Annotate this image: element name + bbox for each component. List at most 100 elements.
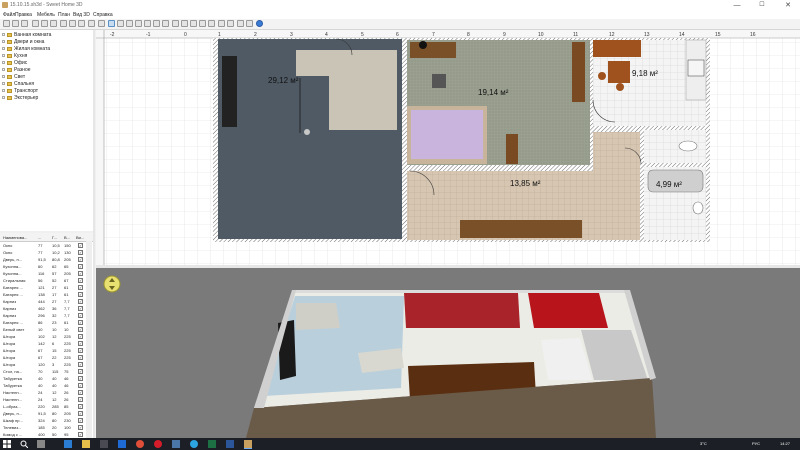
save-icon[interactable] — [21, 20, 28, 27]
catalog-category[interactable]: Экстерьер — [2, 95, 90, 101]
visible-checkbox[interactable]: ✓ — [78, 432, 83, 437]
visible-checkbox[interactable]: ✓ — [78, 327, 83, 332]
weather-temp[interactable]: 3°C — [700, 441, 707, 446]
catalog-category[interactable]: Разное — [2, 67, 90, 73]
catalog-category[interactable]: Двери и окна — [2, 39, 90, 45]
menu-file[interactable]: Файл — [3, 12, 15, 18]
visible-checkbox[interactable]: ✓ — [78, 362, 83, 367]
create-dimensions-icon[interactable] — [153, 20, 160, 27]
open-folder-icon[interactable] — [12, 20, 19, 27]
table-row[interactable]: Дверь, н... 91,5 80,8 205 ✓ — [0, 256, 86, 263]
create-video-icon[interactable] — [246, 20, 253, 27]
expand-icon[interactable] — [2, 61, 5, 64]
expand-icon[interactable] — [2, 89, 5, 92]
table-row[interactable]: Карниз 296 32 7,7 ✓ — [0, 312, 86, 319]
sofa-section[interactable] — [296, 50, 336, 76]
stool[interactable] — [598, 72, 606, 80]
visible-checkbox[interactable]: ✓ — [78, 306, 83, 311]
dresser[interactable] — [506, 134, 518, 164]
bed[interactable] — [411, 110, 483, 159]
catalog-category[interactable]: Кухня — [2, 53, 90, 59]
table-row[interactable]: Стиральная 56 52 67 ✓ — [0, 277, 86, 284]
kitchen-counter[interactable] — [593, 40, 641, 57]
close-button[interactable]: ✕ — [778, 0, 798, 11]
expand-icon[interactable] — [2, 47, 5, 50]
table-row[interactable]: Карниз 462 36 7,7 ✓ — [0, 305, 86, 312]
table-row[interactable]: Дверь, н... 91,5 80 205 ✓ — [0, 410, 86, 417]
explorer-icon[interactable] — [82, 440, 90, 448]
undo-icon[interactable] — [60, 20, 67, 27]
table-row[interactable]: Настенн... 24 12 26 ✓ — [0, 389, 86, 396]
table-row[interactable]: Кухонна... 60 62 65 ✓ — [0, 263, 86, 270]
copy-icon[interactable] — [41, 20, 48, 27]
table-row[interactable]: Комод с ... 400 50 95 ✓ — [0, 431, 86, 438]
column-header-depth[interactable]: Г... — [52, 235, 57, 240]
wardrobe-hall[interactable] — [460, 220, 582, 238]
store-icon[interactable] — [100, 440, 108, 448]
expand-icon[interactable] — [2, 82, 5, 85]
help-icon[interactable] — [256, 20, 263, 27]
table-row[interactable]: Табуретка 40 40 46 ✓ — [0, 375, 86, 382]
catalog-category[interactable]: Свет — [2, 74, 90, 80]
table-row[interactable]: Штора 67 22 225 ✓ — [0, 354, 86, 361]
visible-checkbox[interactable]: ✓ — [78, 383, 83, 388]
visible-checkbox[interactable]: ✓ — [78, 313, 83, 318]
visible-checkbox[interactable]: ✓ — [78, 299, 83, 304]
task-view-icon[interactable] — [37, 440, 45, 448]
mail-icon[interactable] — [118, 440, 126, 448]
clock[interactable]: 14:27 — [780, 441, 790, 446]
table-row[interactable]: Табуретка 40 40 46 ✓ — [0, 382, 86, 389]
visible-checkbox[interactable]: ✓ — [78, 404, 83, 409]
table-row[interactable]: Белый свет 10 10 10 ✓ — [0, 326, 86, 333]
visible-checkbox[interactable]: ✓ — [78, 425, 83, 430]
menu-3d-view[interactable]: Вид 3D — [73, 12, 90, 18]
italic-icon[interactable] — [199, 20, 206, 27]
catalog-category[interactable]: Транспорт — [2, 88, 90, 94]
visible-checkbox[interactable]: ✓ — [78, 390, 83, 395]
sink[interactable] — [692, 201, 704, 215]
catalog-category[interactable]: Жилая комната — [2, 46, 90, 52]
create-polylines-icon[interactable] — [144, 20, 151, 27]
cut-icon[interactable] — [32, 20, 39, 27]
opera-icon[interactable] — [154, 440, 162, 448]
rotate-icon[interactable] — [172, 20, 179, 27]
visible-checkbox[interactable]: ✓ — [78, 341, 83, 346]
sweethome3d-icon[interactable] — [244, 440, 252, 449]
visible-checkbox[interactable]: ✓ — [78, 278, 83, 283]
table-row[interactable]: Окно 77 10,2 130 ✓ — [0, 249, 86, 256]
select-arrow-icon-active[interactable] — [108, 20, 115, 27]
3d-view[interactable] — [96, 268, 800, 438]
pan-hand-icon[interactable] — [117, 20, 124, 27]
telegram-icon[interactable] — [190, 440, 198, 448]
table-row[interactable]: Настенн... 24 12 26 ✓ — [0, 396, 86, 403]
visible-checkbox[interactable]: ✓ — [78, 397, 83, 402]
furniture-table-scrollbar[interactable] — [86, 241, 92, 438]
vk-icon[interactable] — [172, 440, 180, 448]
table-row[interactable]: L-образ... 220 285 85 ✓ — [0, 403, 86, 410]
visible-checkbox[interactable]: ✓ — [78, 271, 83, 276]
visible-checkbox[interactable]: ✓ — [78, 250, 83, 255]
table-row[interactable]: Карниз 444 27 7,7 ✓ — [0, 298, 86, 305]
vertical-splitter[interactable] — [93, 30, 95, 438]
table-row[interactable]: Шкаф пр... 324 80 230 ✓ — [0, 417, 86, 424]
visible-checkbox[interactable]: ✓ — [78, 376, 83, 381]
expand-icon[interactable] — [2, 54, 5, 57]
visible-checkbox[interactable]: ✓ — [78, 320, 83, 325]
catalog-category[interactable]: Офис — [2, 60, 90, 66]
expand-icon[interactable] — [2, 40, 5, 43]
word-icon[interactable] — [226, 440, 234, 448]
menu-help[interactable]: Справка — [93, 12, 113, 18]
table-row[interactable]: Штора 67 15 225 ✓ — [0, 347, 86, 354]
menu-edit[interactable]: Правка — [15, 12, 32, 18]
edge-icon[interactable] — [64, 440, 72, 448]
visible-checkbox[interactable]: ✓ — [78, 334, 83, 339]
language-indicator[interactable]: РУС — [752, 441, 760, 446]
expand-icon[interactable] — [2, 68, 5, 71]
visible-checkbox[interactable]: ✓ — [78, 292, 83, 297]
tv-cabinet[interactable] — [222, 56, 237, 127]
bold-icon[interactable] — [190, 20, 197, 27]
expand-icon[interactable] — [2, 96, 5, 99]
visible-checkbox[interactable]: ✓ — [78, 355, 83, 360]
expand-icon[interactable] — [2, 75, 5, 78]
table-row[interactable]: Штора 142 6 225 ✓ — [0, 340, 86, 347]
